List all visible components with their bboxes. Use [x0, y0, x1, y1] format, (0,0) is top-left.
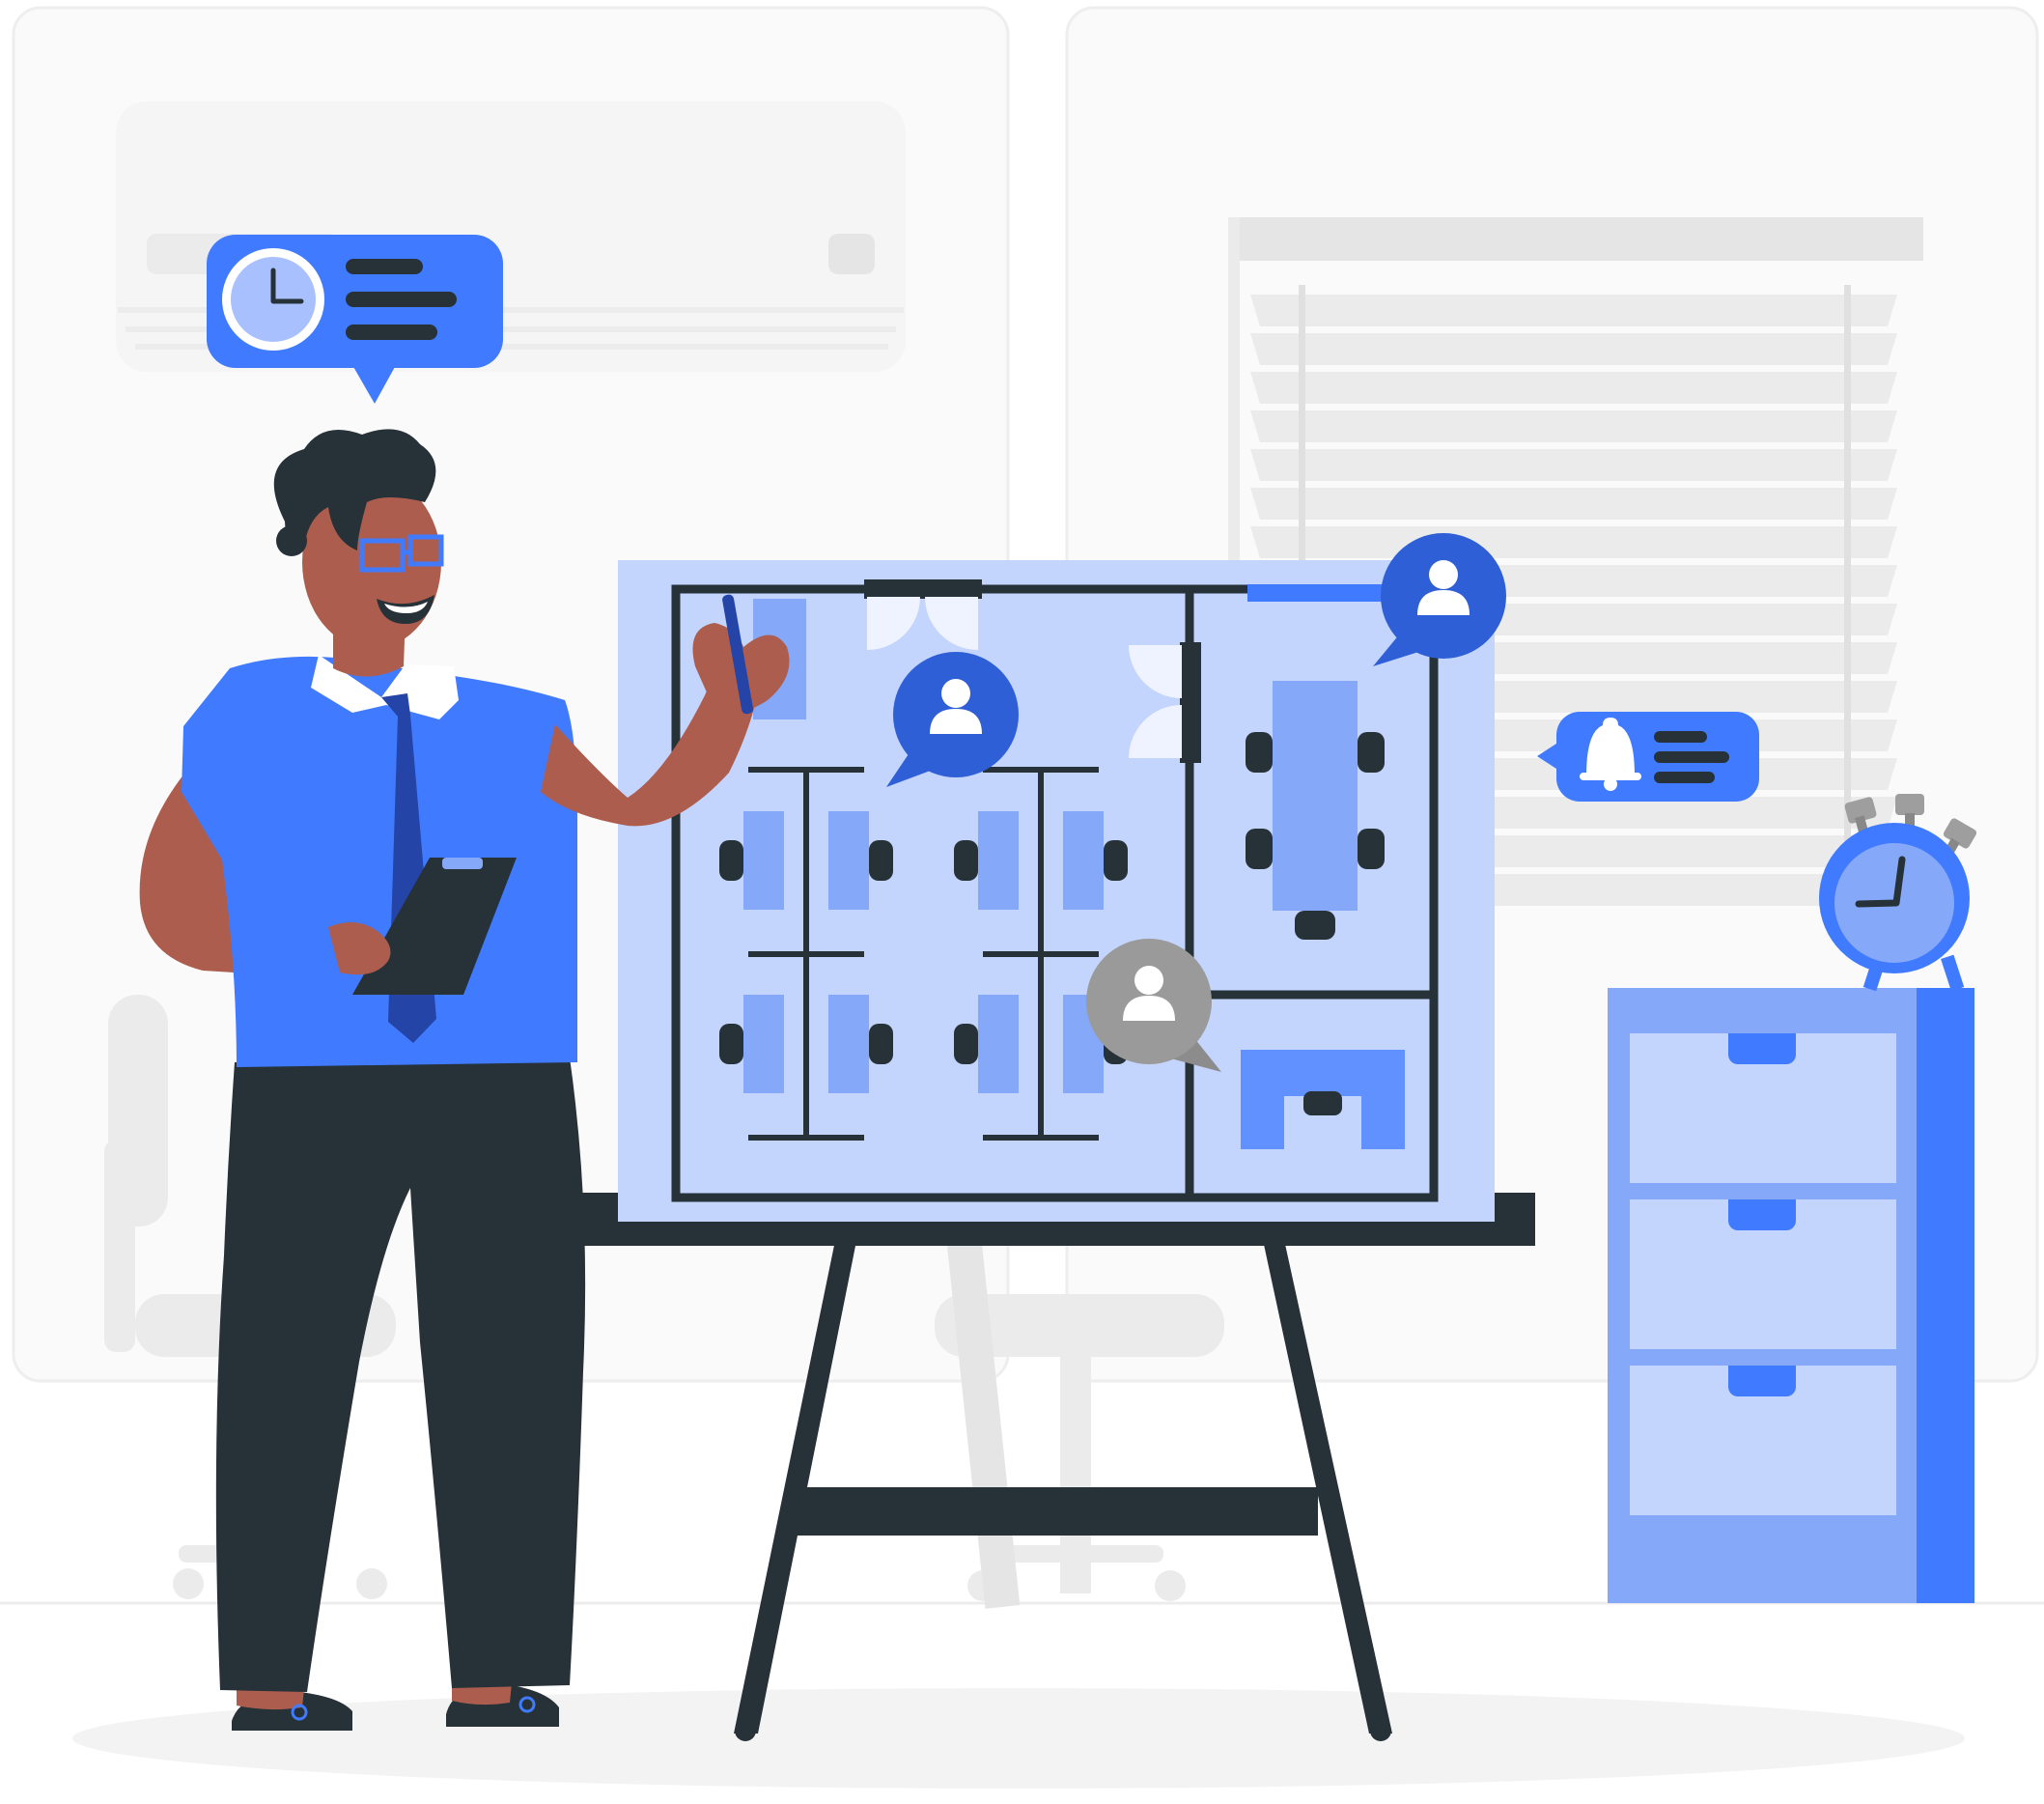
- office-floor-plan-illustration: [0, 6, 2044, 1789]
- filing-cabinet: [1608, 988, 1974, 1603]
- clock-icon: [222, 248, 324, 351]
- drawer-handle: [1728, 1199, 1796, 1230]
- notification-bubble: [1537, 712, 1759, 802]
- floor-shadow: [72, 1688, 1965, 1789]
- drawer-handle: [1728, 1366, 1796, 1396]
- drawer-handle: [1728, 1033, 1796, 1064]
- shirt: [182, 656, 577, 1067]
